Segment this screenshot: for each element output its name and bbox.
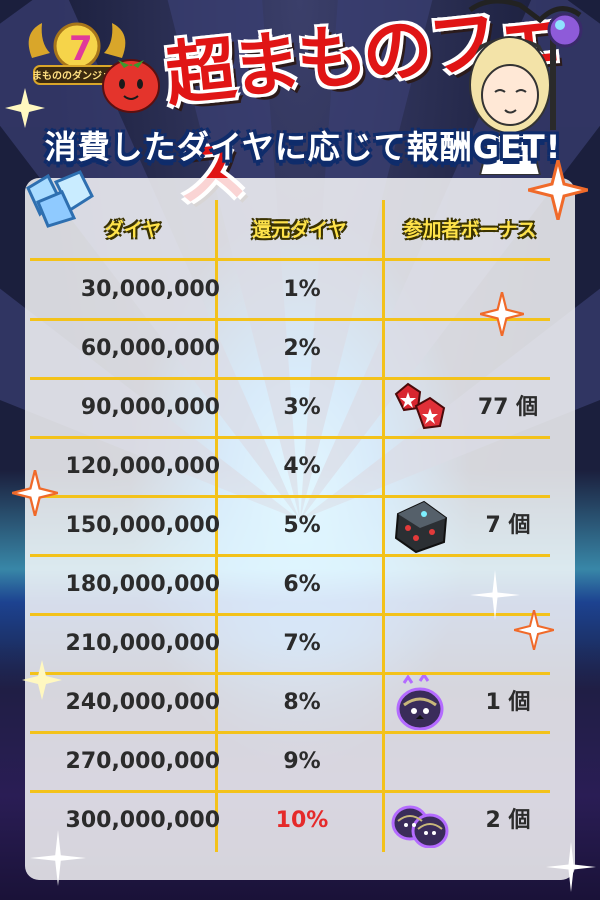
bonus-quantity: 1 個 (485, 690, 531, 715)
rebate-percent: 8% (283, 690, 321, 715)
sparkle-icon (514, 610, 554, 650)
red-gem-icon (390, 380, 450, 435)
rebate-percent: 5% (283, 513, 321, 538)
sparkle-icon (30, 830, 86, 886)
sparkle-icon (480, 292, 524, 336)
rebate-percent: 7% (283, 631, 321, 656)
bonus-reward: 77 個 (390, 378, 565, 437)
rebate-percent: 6% (283, 572, 321, 597)
bonus-quantity: 2 個 (485, 808, 531, 833)
table-row: 90,000,000 3% 77 個 (30, 378, 550, 437)
header-rebate: 還元ダイヤ (252, 219, 347, 241)
table-row: 210,000,000 7% (30, 614, 550, 673)
rebate-percent: 10% (275, 808, 329, 833)
bonus-quantity: 77 個 (477, 395, 539, 420)
rebate-percent: 4% (283, 454, 321, 479)
sparkle-icon (22, 660, 62, 700)
sparkle-icon (470, 570, 520, 620)
tomato-mascot-icon (102, 59, 160, 113)
sparkle-icon (5, 88, 45, 128)
diamond-amount: 180,000,000 (65, 572, 220, 597)
rebate-percent: 3% (283, 395, 321, 420)
rebate-percent: 9% (283, 749, 321, 774)
sparkle-icon (12, 470, 58, 516)
diamond-amount: 120,000,000 (65, 454, 220, 479)
table-row: 30,000,000 1% (30, 260, 550, 319)
bonus-reward: 7 個 (390, 496, 565, 555)
diamond-amount: 30,000,000 (80, 277, 220, 302)
table-row: 150,000,000 5% 7 個 (30, 496, 550, 555)
reward-subtitle: 消費したダイヤに応じて報酬GET! (44, 128, 562, 166)
diamond-amount: 150,000,000 (65, 513, 220, 538)
sparkle-icon (528, 160, 588, 220)
rebate-percent: 1% (283, 277, 321, 302)
table-row: 300,000,000 10% 2 個 (30, 791, 550, 850)
diamond-amount: 90,000,000 (80, 395, 220, 420)
bonus-reward: 2 個 (390, 791, 565, 850)
sparkle-icon (546, 842, 596, 892)
table-row: 120,000,000 4% (30, 437, 550, 496)
bonus-reward: 1 個 (390, 672, 565, 732)
purple-eggs-icon (390, 793, 450, 849)
header-diamond: ダイヤ (104, 219, 162, 241)
rebate-percent: 2% (283, 336, 321, 361)
bonus-quantity: 7 個 (485, 513, 531, 538)
table-row: 60,000,000 2% (30, 319, 550, 378)
logo-number: 7 (69, 29, 93, 69)
diamond-amount: 60,000,000 (80, 336, 220, 361)
table-row: 270,000,000 9% (30, 732, 550, 791)
purple-egg-icon (390, 672, 450, 731)
dark-dice-icon (390, 498, 450, 554)
diamond-amount: 270,000,000 (65, 749, 220, 774)
table-row: 240,000,000 8% 1 個 (30, 672, 550, 732)
